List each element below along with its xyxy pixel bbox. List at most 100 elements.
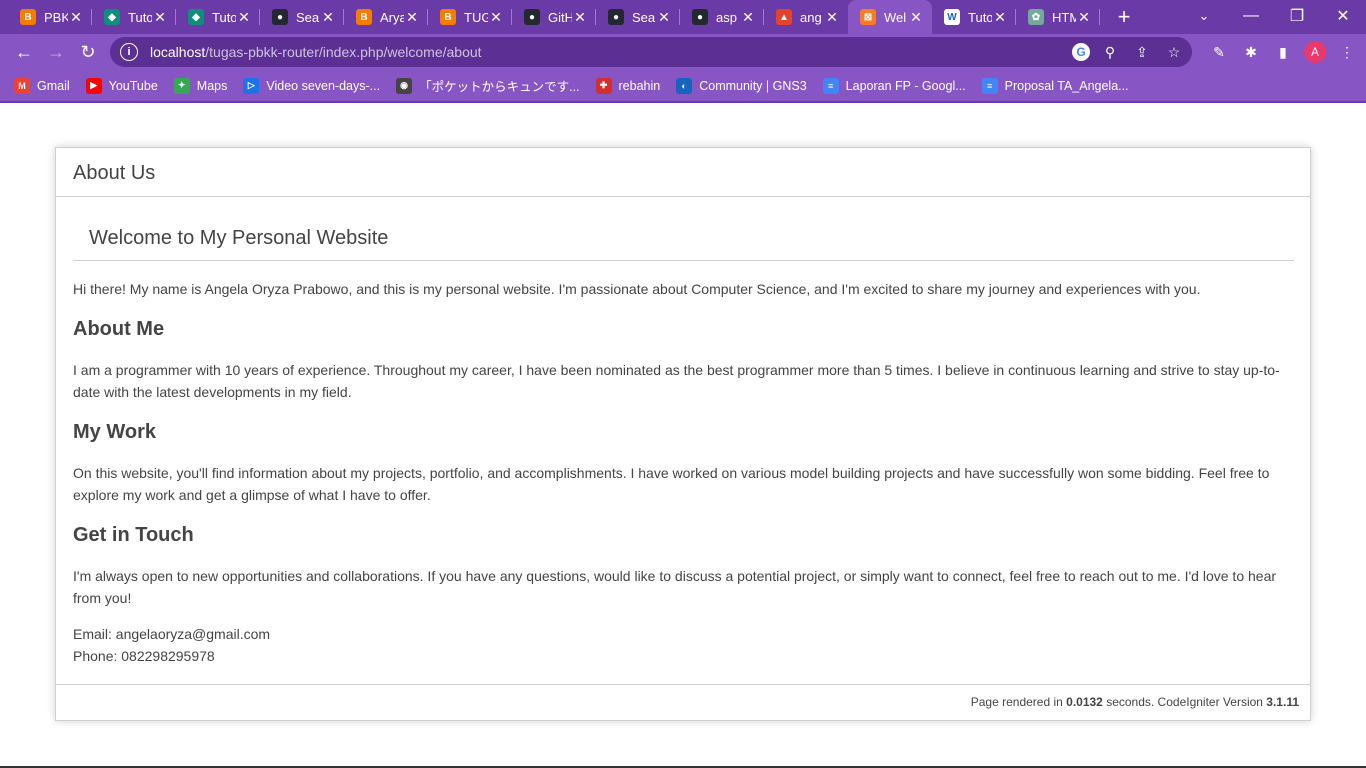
bookmark-favicon-icon: ▷ [243,77,260,94]
browser-tab[interactable]: W Tuto ✕ [932,0,1016,34]
bookmark-item[interactable]: ≡ Proposal TA_Angela... [981,77,1129,94]
bookmark-favicon-icon: ≡ [981,77,998,94]
my-work-heading: My Work [73,421,156,443]
tab-close-icon[interactable]: ✕ [824,9,840,25]
tab-favicon-icon: B [440,9,456,25]
tab-close-icon[interactable]: ✕ [152,9,168,25]
page-header-title: About Us [56,148,1310,197]
bookmark-star-icon[interactable]: ☆ [1162,40,1186,64]
tab-label: HTM [1052,9,1076,25]
browser-tab[interactable]: B PBK ✕ [8,0,92,34]
bookmarks-bar: M Gmail ▶ YouTube ✦ Maps ▷ Video seven-days-...… [0,70,1366,101]
content-container: About Us Welcome to My Personal Website … [55,147,1311,721]
browser-tab[interactable]: B Arya ✕ [344,0,428,34]
browser-tab[interactable]: ● asp ✕ [680,0,764,34]
tab-close-icon[interactable]: ✕ [68,9,84,25]
tab-label: Sea [632,9,656,25]
bookmark-favicon-icon: ≡ [822,77,839,94]
site-info-icon[interactable]: i [120,43,138,61]
window-controls: — ❐ ✕ [1228,0,1366,32]
tab-close-icon[interactable]: ✕ [656,9,672,25]
restore-icon[interactable]: ❐ [1274,0,1320,32]
tab-label: Wel [884,9,907,25]
bookmark-favicon-icon: ◉ [396,77,413,94]
side-panel-icon[interactable]: ▮ [1272,41,1294,63]
toolbar: ← → ↻ i localhost/tugas-pbkk-router/inde… [0,34,1366,70]
tab-favicon-icon: W [944,9,960,25]
tab-favicon-icon: ● [692,9,708,25]
bookmark-label: Gmail [37,78,70,93]
zoom-icon[interactable]: ⚲ [1098,40,1122,64]
profile-avatar[interactable]: A [1304,41,1326,63]
tab-close-icon[interactable]: ✕ [740,9,756,25]
tab-favicon-icon: ◆ [104,9,120,25]
bookmark-item[interactable]: ✦ Maps [173,77,228,94]
url-host: localhost [150,44,206,60]
forward-icon[interactable]: → [40,36,72,68]
browser-tab[interactable]: ⊠ Wel ✕ [848,0,932,34]
get-in-touch-heading: Get in Touch [73,524,194,546]
close-window-icon[interactable]: ✕ [1320,0,1366,32]
footer-prefix: Page rendered in [970,695,1067,709]
browser-tab[interactable]: ● Sea ✕ [260,0,344,34]
minimize-icon[interactable]: — [1228,0,1274,32]
bookmark-item[interactable]: ✚ rebahin [595,77,661,94]
tab-close-icon[interactable]: ✕ [236,9,252,25]
address-bar[interactable]: i localhost/tugas-pbkk-router/index.php/… [110,37,1192,67]
bookmark-item[interactable]: ◐ Community | GNS3 [676,77,807,94]
bookmark-item[interactable]: M Gmail [14,77,70,94]
tab-label: Tuto [128,9,152,25]
browser-tab[interactable]: ✿ HTM ✕ [1016,0,1100,34]
bookmark-label: Community | GNS3 [699,78,807,93]
tab-label: Tuto [212,9,236,25]
tab-favicon-icon: B [20,9,36,25]
tab-label: PBK [44,9,68,25]
page-footer: Page rendered in 0.0132 seconds. CodeIgn… [56,684,1310,720]
tab-close-icon[interactable]: ✕ [404,9,420,25]
back-icon[interactable]: ← [8,36,40,68]
extensions-puzzle-icon[interactable]: ✱ [1240,41,1262,63]
tab-favicon-icon: ✿ [1028,9,1044,25]
tab-favicon-icon: ◆ [188,9,204,25]
ci-version: 3.1.11 [1266,695,1299,709]
tab-close-icon[interactable]: ✕ [488,9,504,25]
url-text[interactable]: localhost/tugas-pbkk-router/index.php/we… [150,44,482,60]
tab-search-icon[interactable]: ⌄ [1190,4,1218,28]
menu-kebab-icon[interactable]: ⋮ [1336,41,1358,63]
share-icon[interactable]: ⇪ [1130,40,1154,64]
bookmark-item[interactable]: ▷ Video seven-days-... [243,77,380,94]
reload-icon[interactable]: ↻ [72,36,104,68]
browser-tab[interactable]: ● GitH ✕ [512,0,596,34]
new-tab-button[interactable]: + [1110,3,1138,31]
browser-tab[interactable]: ◆ Tuto ✕ [176,0,260,34]
bookmark-favicon-icon: ▶ [85,77,102,94]
bookmark-item[interactable]: ▶ YouTube [85,77,158,94]
tab-favicon-icon: ● [524,9,540,25]
browser-tab[interactable]: B TUG ✕ [428,0,512,34]
tab-close-icon[interactable]: ✕ [320,9,336,25]
tab-close-icon[interactable]: ✕ [908,9,924,25]
about-me-heading: About Me [73,318,165,340]
tab-close-icon[interactable]: ✕ [992,9,1008,25]
tab-label: TUG [464,9,488,25]
tab-label: GitH [548,9,572,25]
render-time: 0.0132 [1066,695,1103,709]
bookmark-item[interactable]: ◉ 「ポケットからキュンです... [396,76,580,95]
bookmark-label: Maps [196,78,228,93]
tab-favicon-icon: ● [272,9,288,25]
page-viewport: About Us Welcome to My Personal Website … [0,103,1366,768]
google-lens-icon[interactable]: G [1072,43,1090,61]
bookmark-label: Laporan FP - Googl... [845,78,966,93]
welcome-title: Welcome to My Personal Website [73,227,1294,261]
tab-close-icon[interactable]: ✕ [1076,9,1092,25]
extension-icon[interactable]: ✎ [1208,41,1230,63]
bookmark-label: rebahin [618,78,661,93]
bookmark-item[interactable]: ≡ Laporan FP - Googl... [822,77,966,94]
browser-tab[interactable]: ● Sea ✕ [596,0,680,34]
bookmark-favicon-icon: M [14,77,30,94]
tab-close-icon[interactable]: ✕ [572,9,588,25]
tab-label: ang [800,9,822,25]
browser-tab[interactable]: ◆ Tuto ✕ [92,0,176,34]
tab-strip: B PBK ✕ ◆ Tuto ✕ ◆ Tuto ✕ ● Sea ✕ B Arya ✕ B TUG ✕ ● GitH ✕ ●… [0,0,1366,34]
browser-tab[interactable]: ▲ ang ✕ [764,0,848,34]
